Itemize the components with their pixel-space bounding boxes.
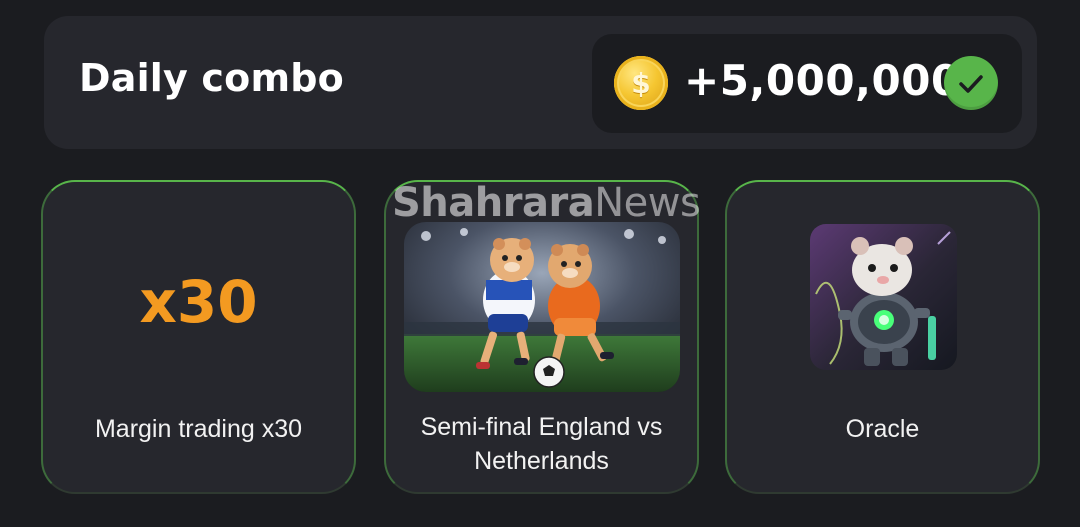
combo-card-oracle[interactable]: Oracle (725, 180, 1040, 494)
watermark-logo: ShahraraNews (392, 180, 701, 226)
coin-icon: $ (614, 56, 668, 110)
reward-pill: $ +5,000,000 (592, 34, 1022, 133)
card-label: Margin trading x30 (94, 415, 303, 443)
card-label: Semi-final England vs Netherlands (420, 413, 663, 475)
combo-card-semi-final[interactable]: Semi-final England vs Netherlands (384, 180, 699, 494)
card-label: Oracle (845, 415, 920, 443)
check-icon (944, 56, 998, 110)
combo-card-margin-trading[interactable]: x30 Margin trading x30 (41, 180, 356, 494)
daily-combo-header: Daily combo $ +5,000,000 (44, 16, 1037, 149)
watermark-light: News (594, 180, 701, 226)
reward-amount: +5,000,000 (684, 56, 961, 105)
watermark-bold: Shahrara (392, 180, 595, 226)
soccer-hamsters-image (404, 222, 680, 392)
coin-symbol: $ (631, 66, 651, 100)
daily-combo-title: Daily combo (79, 56, 344, 100)
robot-hamster-image (810, 224, 957, 370)
multiplier-text: x30 (139, 268, 258, 336)
daily-combo-screen: Daily combo $ +5,000,000 x30 Margin trad… (0, 0, 1080, 527)
